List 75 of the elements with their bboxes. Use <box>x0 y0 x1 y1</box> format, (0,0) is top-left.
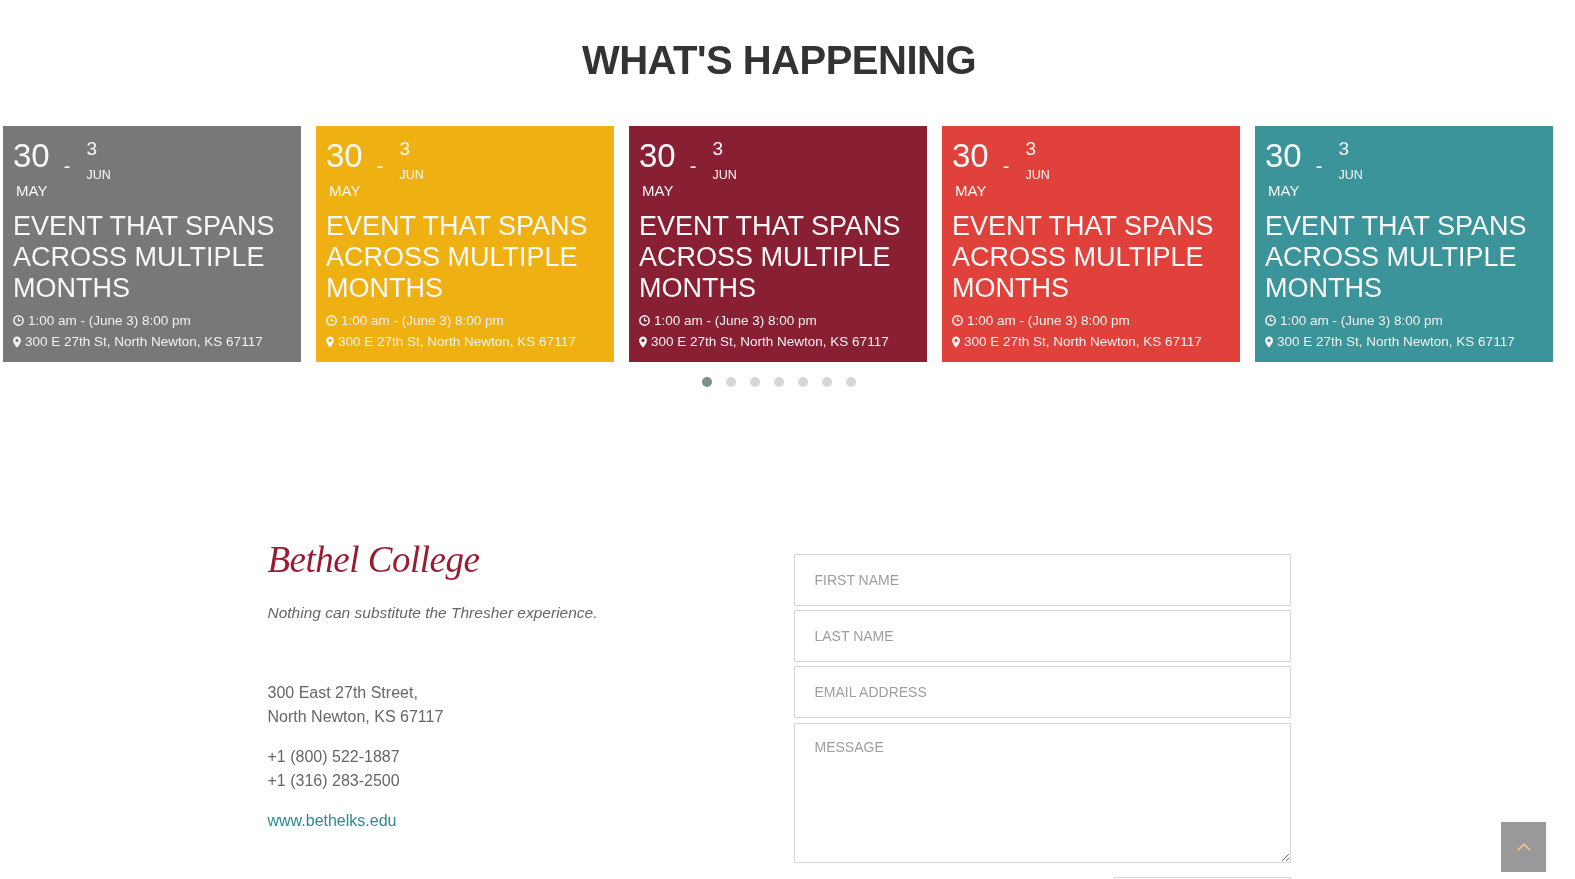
clock-icon <box>1265 315 1276 326</box>
event-title: EVENT THAT SPANS ACROSS MULTIPLE MONTHS <box>326 211 589 304</box>
event-location: 300 E 27th St, North Newton, KS 67117 <box>651 333 889 351</box>
event-location: 300 E 27th St, North Newton, KS 67117 <box>25 333 263 351</box>
map-pin-icon <box>1265 335 1273 348</box>
event-location: 300 E 27th St, North Newton, KS 67117 <box>1277 333 1515 351</box>
carousel-dot[interactable] <box>726 377 736 387</box>
event-start-day: 30 <box>639 138 676 174</box>
event-start-month: MAY <box>955 182 987 200</box>
event-end-day: 3 <box>86 138 97 160</box>
event-time: 1:00 am - (June 3) 8:00 pm <box>341 312 504 330</box>
event-start-day: 30 <box>1265 138 1302 174</box>
college-logo: Bethel College <box>267 538 480 582</box>
event-location: 300 E 27th St, North Newton, KS 67117 <box>338 333 576 351</box>
input-field[interactable]: EMAIL ADDRESS <box>793 666 1291 718</box>
event-time: 1:00 am - (June 3) 8:00 pm <box>654 312 817 330</box>
date-separator: - <box>689 156 697 176</box>
map-pin-icon <box>13 335 21 348</box>
event-card[interactable]: 30 MAY - 3 JUN EVENT THAT SPANS ACROSS MULTIPLE MONTHS 1:00 am - (June 3) 8:00 pm 300 E 27th St, North Newton, KS 67117 <box>629 126 927 362</box>
tagline: Nothing can substitute the Thresher experience. <box>267 603 598 623</box>
event-title: EVENT THAT SPANS ACROSS MULTIPLE MONTHS <box>952 211 1215 304</box>
event-time: 1:00 am - (June 3) 8:00 pm <box>28 312 191 330</box>
event-start-day: 30 <box>13 138 50 174</box>
event-end-month: JUN <box>1338 167 1363 183</box>
event-time: 1:00 am - (June 3) 8:00 pm <box>967 312 1130 330</box>
chevron-up-icon <box>1516 843 1531 851</box>
event-end-month: JUN <box>399 167 424 183</box>
clock-icon <box>326 315 337 326</box>
event-start-month: MAY <box>1268 182 1300 200</box>
event-start-month: MAY <box>329 182 361 200</box>
map-pin-icon <box>952 335 960 348</box>
carousel-dot[interactable] <box>822 377 832 387</box>
event-end-day: 3 <box>1338 138 1349 160</box>
event-card[interactable]: 30 MAY - 3 JUN EVENT THAT SPANS ACROSS MULTIPLE MONTHS 1:00 am - (June 3) 8:00 pm 300 E 27th St, North Newton, KS 67117 <box>942 126 1240 362</box>
carousel-dot[interactable] <box>846 377 856 387</box>
section-heading: WHAT'S HAPPENING <box>581 37 977 84</box>
map-pin-icon <box>326 335 334 348</box>
event-title: EVENT THAT SPANS ACROSS MULTIPLE MONTHS <box>1265 211 1528 304</box>
phone-number: +1 (316) 283-2500 <box>267 771 400 791</box>
clock-icon <box>952 315 963 326</box>
carousel-dot[interactable] <box>702 377 712 387</box>
event-start-day: 30 <box>952 138 989 174</box>
event-end-month: JUN <box>86 167 111 183</box>
event-end-day: 3 <box>712 138 723 160</box>
message-field[interactable]: MESSAGE <box>793 723 1291 863</box>
clock-icon <box>639 315 650 326</box>
carousel-dot[interactable] <box>774 377 784 387</box>
phone-number: +1 (800) 522-1887 <box>267 747 400 767</box>
event-title: EVENT THAT SPANS ACROSS MULTIPLE MONTHS <box>13 211 276 304</box>
scroll-to-top-button[interactable] <box>1501 822 1546 872</box>
carousel-dot[interactable] <box>750 377 760 387</box>
clock-icon <box>13 315 24 326</box>
website-link[interactable]: www.bethelks.edu <box>267 809 397 833</box>
event-title: EVENT THAT SPANS ACROSS MULTIPLE MONTHS <box>639 211 902 304</box>
event-end-month: JUN <box>712 167 737 183</box>
input-field[interactable]: LAST NAME <box>793 610 1291 662</box>
event-end-day: 3 <box>1025 138 1036 160</box>
event-start-day: 30 <box>326 138 363 174</box>
event-location: 300 E 27th St, North Newton, KS 67117 <box>964 333 1202 351</box>
map-pin-icon <box>639 335 647 348</box>
event-end-month: JUN <box>1025 167 1050 183</box>
address-line: 300 East 27th Street, <box>267 683 418 703</box>
date-separator: - <box>1002 156 1010 176</box>
event-time: 1:00 am - (June 3) 8:00 pm <box>1280 312 1443 330</box>
date-separator: - <box>63 156 71 176</box>
event-start-month: MAY <box>642 182 674 200</box>
address-line: North Newton, KS 67117 <box>267 707 444 727</box>
event-start-month: MAY <box>16 182 48 200</box>
event-card[interactable]: 30 MAY - 3 JUN EVENT THAT SPANS ACROSS MULTIPLE MONTHS 1:00 am - (June 3) 8:00 pm 300 E 27th St, North Newton, KS 67117 <box>3 126 301 362</box>
carousel-dot[interactable] <box>798 377 808 387</box>
event-end-day: 3 <box>399 138 410 160</box>
event-card[interactable]: 30 MAY - 3 JUN EVENT THAT SPANS ACROSS MULTIPLE MONTHS 1:00 am - (June 3) 8:00 pm 300 E 27th St, North Newton, KS 67117 <box>1255 126 1553 362</box>
date-separator: - <box>1315 156 1323 176</box>
date-separator: - <box>376 156 384 176</box>
input-field[interactable]: FIRST NAME <box>793 554 1291 606</box>
